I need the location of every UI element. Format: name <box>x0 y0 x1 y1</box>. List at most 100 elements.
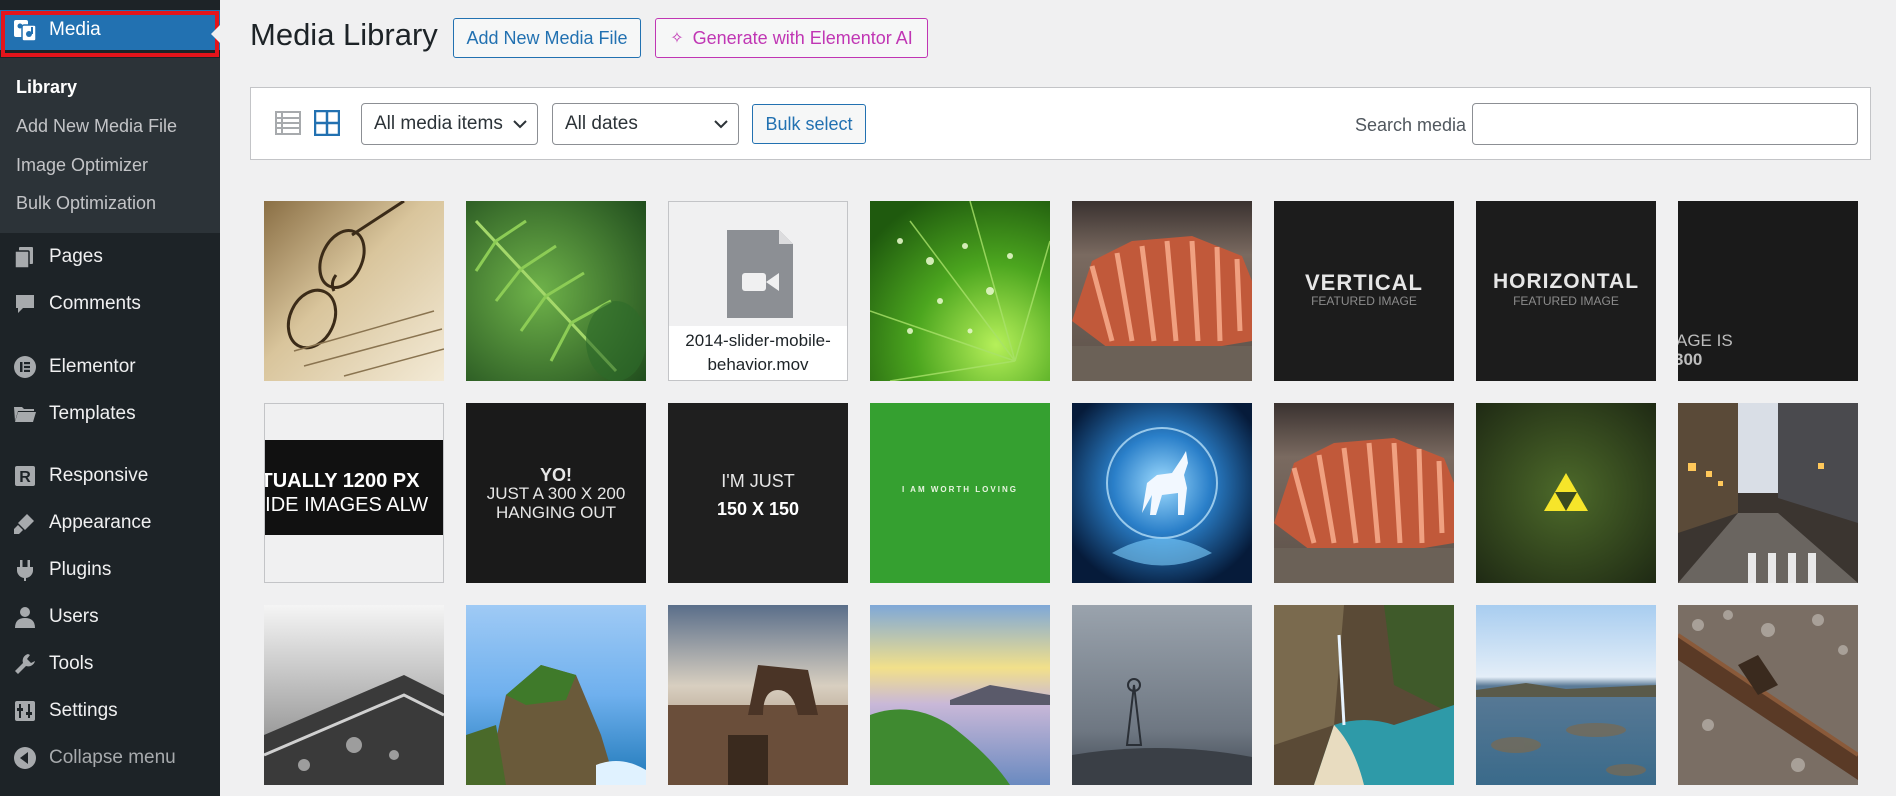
user-icon <box>12 604 38 630</box>
pages-icon <box>12 244 38 270</box>
media-item-worth-loving[interactable]: I AM WORTH LOVING <box>870 403 1050 583</box>
media-item-150x150[interactable]: I'M JUST 150 X 150 <box>668 403 848 583</box>
thumbnail-rail-tracks <box>1678 605 1858 785</box>
worth-loving-text: I AM WORTH LOVING <box>902 485 1018 494</box>
sidebar-item-label: Elementor <box>49 356 136 377</box>
media-item-rock-arch[interactable] <box>668 605 848 785</box>
media-item-coral-2[interactable] <box>1274 403 1454 583</box>
media-item-image-is[interactable]: AGE IS 300 <box>1678 201 1858 381</box>
video-filename: 2014-slider-mobile-behavior.mov <box>669 326 847 380</box>
date-filter-value: All dates <box>565 113 638 134</box>
add-new-media-button[interactable]: Add New Media File <box>453 18 641 58</box>
media-item-tidepool[interactable] <box>1476 605 1656 785</box>
wrench-icon <box>12 651 38 677</box>
date-filter[interactable]: All dates <box>552 103 739 145</box>
media-item-horizontal-featured[interactable]: HORIZONTAL FEATURED IMAGE <box>1476 201 1656 381</box>
image-is-number: 300 <box>1678 350 1703 369</box>
collapse-menu-button[interactable]: Collapse menu <box>0 738 220 778</box>
plugin-icon <box>12 557 38 583</box>
media-item-coral-1[interactable] <box>1072 201 1252 381</box>
search-input[interactable] <box>1472 103 1858 145</box>
media-item-actually-1200[interactable]: TUALLY 1200 PX VIDE IMAGES ALW <box>264 403 444 583</box>
yo-line-3: HANGING OUT <box>496 503 616 522</box>
video-file-icon <box>727 230 793 318</box>
sparkle-icon: ✧ <box>670 30 684 47</box>
sidebar-item-users[interactable]: Users <box>0 597 220 637</box>
chevron-down-icon <box>714 120 728 129</box>
actually-line-2: VIDE IMAGES ALW <box>264 494 429 516</box>
media-item-city-street[interactable] <box>1678 403 1858 583</box>
media-item-unicorn[interactable] <box>1072 403 1252 583</box>
settings-icon <box>12 698 38 724</box>
sidebar-item-responsive[interactable]: R Responsive <box>0 456 220 496</box>
thumbnail-rock-arch <box>668 605 848 785</box>
sidebar-item-label: Appearance <box>49 512 152 533</box>
responsive-icon: R <box>12 463 38 489</box>
media-item-yo-300x200[interactable]: YO! JUST A 300 X 200 HANGING OUT <box>466 403 646 583</box>
media-submenu: Library Add New Media File Image Optimiz… <box>0 58 220 233</box>
submenu-item-add-new[interactable]: Add New Media File <box>16 116 177 137</box>
yo-line-1: YO! <box>539 465 572 485</box>
media-item-sea-rock[interactable] <box>466 605 646 785</box>
sidebar-item-elementor[interactable]: Elementor <box>0 347 220 387</box>
thumbnail-coral <box>1274 403 1454 583</box>
sidebar-item-label: Settings <box>49 700 118 721</box>
media-item-vertical-featured[interactable]: VERTICAL FEATURED IMAGE <box>1274 201 1454 381</box>
list-view-icon[interactable] <box>275 110 301 136</box>
just-line-2: 150 X 150 <box>716 499 800 519</box>
media-item-sunset-coast[interactable] <box>870 605 1050 785</box>
sidebar-item-tools[interactable]: Tools <box>0 644 220 684</box>
horizontal-subtitle: FEATURED IMAGE <box>1513 294 1619 308</box>
vertical-subtitle: FEATURED IMAGE <box>1311 294 1417 308</box>
thumbnail-glasses <box>264 201 444 381</box>
actually-line-1: TUALLY 1200 PX <box>264 470 420 492</box>
media-toolbar: All media items All dates Bulk select Se… <box>250 87 1871 160</box>
admin-sidebar: Media Library Add New Media File Image O… <box>0 0 220 796</box>
sidebar-item-label: Templates <box>49 403 136 424</box>
media-item-glasses[interactable] <box>264 201 444 381</box>
folder-icon <box>12 401 38 427</box>
media-type-filter-value: All media items <box>374 113 503 134</box>
current-arrow <box>211 25 220 43</box>
sidebar-item-label: Collapse menu <box>49 747 176 768</box>
yo-line-2: JUST A 300 X 200 <box>486 484 626 503</box>
sidebar-item-label: Responsive <box>49 465 149 486</box>
sidebar-item-media[interactable]: Media <box>0 10 220 57</box>
sidebar-item-plugins[interactable]: Plugins <box>0 550 220 590</box>
media-item-cove-waterfall[interactable] <box>1274 605 1454 785</box>
media-item-fern[interactable] <box>466 201 646 381</box>
media-item-video[interactable]: 2014-slider-mobile-behavior.mov <box>668 201 848 381</box>
media-item-triforce[interactable] <box>1476 403 1656 583</box>
sidebar-item-label: Pages <box>49 246 103 267</box>
media-type-filter[interactable]: All media items <box>361 103 538 145</box>
media-icon <box>12 17 38 43</box>
thumbnail-unicorn <box>1072 403 1252 583</box>
thumbnail-cove-waterfall <box>1274 605 1454 785</box>
media-item-windmill-fog[interactable] <box>1072 605 1252 785</box>
sidebar-item-comments[interactable]: Comments <box>0 284 220 324</box>
just-line-1: I'M JUST <box>721 471 795 491</box>
thumbnail-windmill-fog <box>1072 605 1252 785</box>
thumbnail-tidepool <box>1476 605 1656 785</box>
sidebar-item-label: Tools <box>49 653 94 674</box>
page-title: Media Library <box>250 17 438 52</box>
submenu-item-bulk-optimization[interactable]: Bulk Optimization <box>16 193 156 214</box>
thumbnail-city-street <box>1678 403 1858 583</box>
bulk-select-button[interactable]: Bulk select <box>752 104 866 144</box>
grid-view-icon[interactable] <box>313 109 341 137</box>
media-item-bw-pipe[interactable] <box>264 605 444 785</box>
sidebar-item-pages[interactable]: Pages <box>0 237 220 277</box>
thumbnail-triforce <box>1476 403 1656 583</box>
submenu-item-image-optimizer[interactable]: Image Optimizer <box>16 155 148 176</box>
sidebar-item-settings[interactable]: Settings <box>0 691 220 731</box>
submenu-item-library[interactable]: Library <box>16 77 77 98</box>
thumbnail-bw-pipe <box>264 605 444 785</box>
generate-elementor-ai-button[interactable]: ✧ Generate with Elementor AI <box>655 18 928 58</box>
collapse-icon <box>12 745 38 771</box>
svg-text:R: R <box>19 469 31 486</box>
comments-icon <box>12 291 38 317</box>
media-item-leaf-drops[interactable] <box>870 201 1050 381</box>
media-item-rail-tracks[interactable] <box>1678 605 1858 785</box>
sidebar-item-templates[interactable]: Templates <box>0 394 220 434</box>
sidebar-item-appearance[interactable]: Appearance <box>0 503 220 543</box>
